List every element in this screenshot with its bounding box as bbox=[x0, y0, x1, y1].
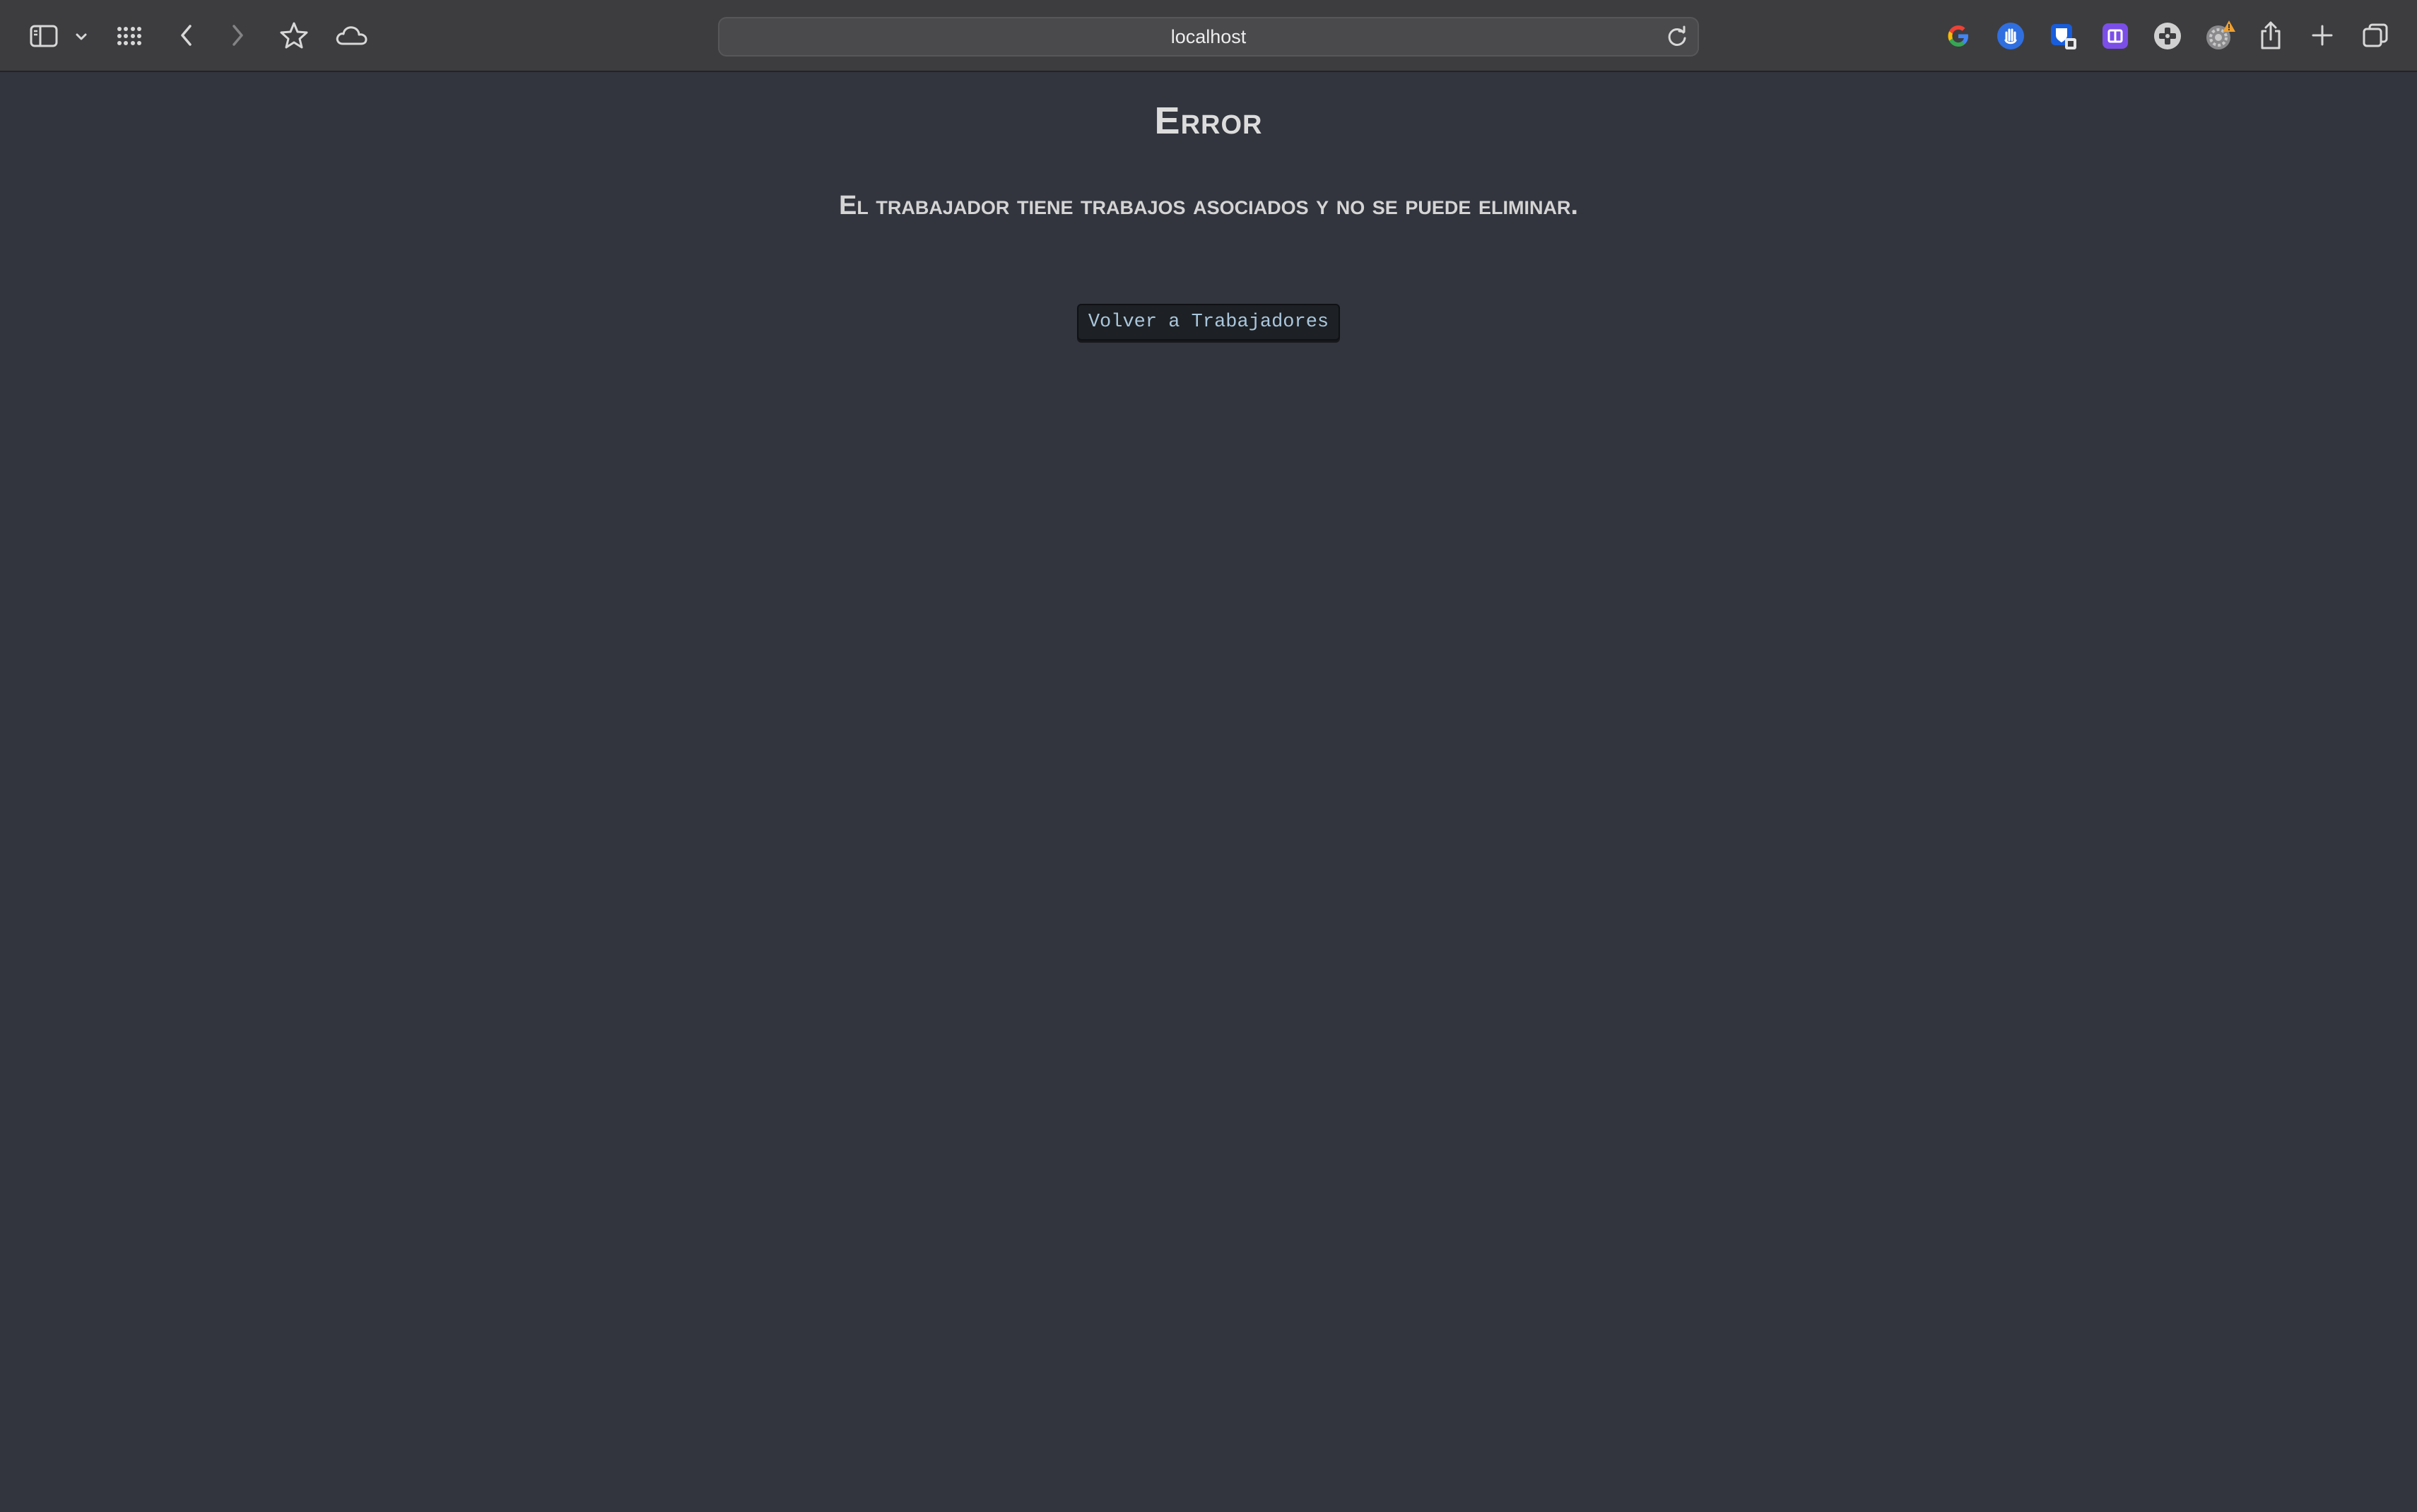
gamepad-icon[interactable] bbox=[2151, 20, 2184, 52]
browser-toolbar: localhost bbox=[0, 0, 2417, 72]
google-icon[interactable] bbox=[1942, 20, 1975, 52]
tab-overview-button[interactable] bbox=[113, 21, 146, 51]
share-button[interactable] bbox=[2254, 17, 2287, 54]
hand-shield-icon[interactable] bbox=[1994, 20, 2027, 52]
star-icon bbox=[279, 21, 309, 49]
address-bar[interactable]: localhost bbox=[718, 17, 1699, 57]
sidebar-icon bbox=[29, 24, 59, 48]
url-text: localhost bbox=[1170, 25, 1247, 47]
chevron-left-icon bbox=[179, 23, 194, 47]
back-nav-button[interactable] bbox=[172, 20, 201, 51]
back-to-workers-button[interactable]: Volver a Trabajadores bbox=[1077, 304, 1340, 341]
sidebar-menu-button[interactable] bbox=[71, 27, 92, 47]
new-tab-button[interactable] bbox=[2307, 20, 2338, 51]
error-message: El trabajador tiene trabajos asociados y… bbox=[839, 191, 1578, 220]
bookmark-button[interactable] bbox=[277, 18, 311, 52]
tabs-button[interactable] bbox=[2359, 20, 2392, 51]
sidebar-toggle-button[interactable] bbox=[25, 21, 62, 51]
tabs-icon bbox=[2361, 22, 2389, 49]
forward-nav-button[interactable] bbox=[223, 20, 252, 51]
plus-icon bbox=[2310, 23, 2334, 47]
cloud-button[interactable] bbox=[332, 20, 370, 51]
reload-icon[interactable] bbox=[1665, 25, 1689, 49]
purple-app-icon[interactable] bbox=[2099, 20, 2131, 52]
gear-warning-icon[interactable] bbox=[2204, 20, 2236, 52]
cloud-icon bbox=[334, 24, 368, 47]
page-content: Error El trabajador tiene trabajos asoci… bbox=[0, 73, 2417, 1512]
chevron-right-icon bbox=[230, 23, 245, 47]
chevron-down-icon bbox=[75, 32, 88, 42]
bitwarden-icon[interactable] bbox=[2047, 20, 2079, 52]
page-title: Error bbox=[1154, 100, 1263, 142]
grid-icon bbox=[116, 25, 143, 47]
share-icon bbox=[2258, 20, 2283, 51]
